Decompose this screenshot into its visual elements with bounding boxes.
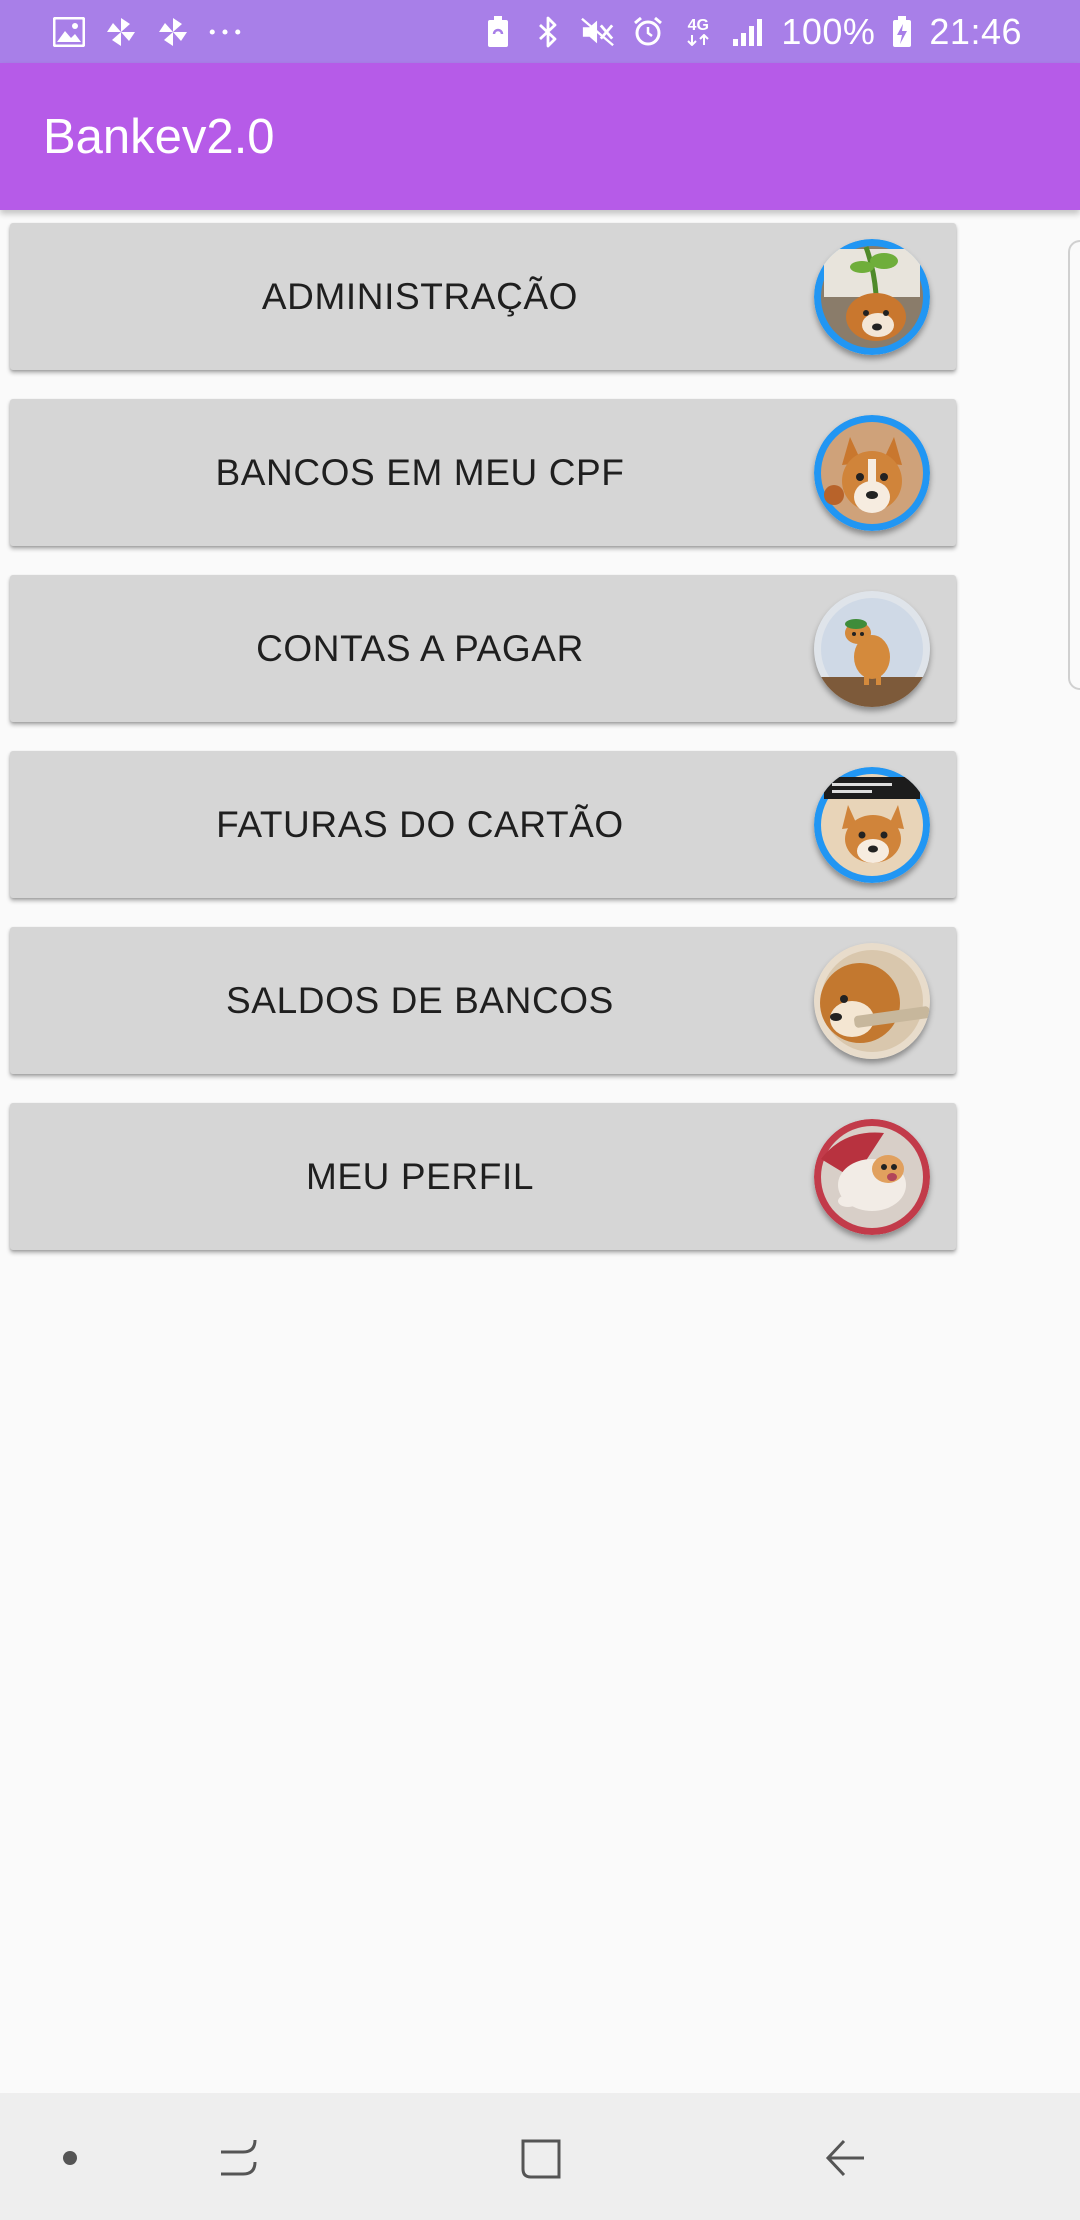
contas-a-pagar-button[interactable]: CONTAS A PAGAR — [10, 575, 956, 722]
more-dots-icon — [208, 15, 242, 49]
bancos-em-meu-cpf-button[interactable]: BANCOS EM MEU CPF — [10, 399, 956, 546]
dot-icon[interactable] — [35, 2123, 105, 2193]
corgi-hat-avatar — [814, 591, 930, 707]
clock: 21:46 — [929, 10, 1022, 52]
menu-button-label: CONTAS A PAGAR — [256, 627, 584, 669]
mute-icon — [581, 15, 615, 49]
shiba-stick-avatar — [814, 943, 930, 1059]
faturas-do-cartao-button[interactable]: FATURAS DO CARTÃO — [10, 751, 956, 898]
menu-button-label: ADMINISTRAÇÃO — [261, 275, 579, 317]
navigation-bar — [0, 2093, 1080, 2220]
corgi-portrait-avatar — [814, 415, 930, 531]
gallery-icon — [52, 15, 86, 49]
back-icon[interactable] — [810, 2123, 880, 2193]
menu-button-label: SALDOS DE BANCOS — [226, 979, 614, 1021]
status-right-icons: 4G 100% 21:46 — [481, 11, 1022, 53]
scroll-edge-indicator — [1068, 240, 1080, 690]
app-title: Bankev2.0 — [43, 109, 275, 164]
signal-icon — [731, 15, 765, 49]
home-icon[interactable] — [507, 2123, 577, 2193]
battery-saver-icon — [481, 15, 515, 49]
network-icon: 4G — [681, 15, 715, 49]
menu-button-label: MEU PERFIL — [305, 1155, 535, 1197]
menu-list: ADMINISTRAÇÃO BANCOS EM MEU CPF CONTAS A… — [10, 223, 956, 1279]
saldos-de-bancos-button[interactable]: SALDOS DE BANCOS — [10, 927, 956, 1074]
pinwheel-icon — [156, 15, 190, 49]
menu-button-label: FATURAS DO CARTÃO — [216, 803, 624, 845]
corgi-plant-avatar — [814, 239, 930, 355]
bluetooth-icon — [531, 15, 565, 49]
alarm-icon — [631, 15, 665, 49]
battery-charging-icon — [891, 15, 913, 49]
corgi-meme-avatar — [814, 767, 930, 883]
status-left-icons — [52, 15, 242, 49]
administracao-button[interactable]: ADMINISTRAÇÃO — [10, 223, 956, 370]
corgi-lying-avatar — [814, 1119, 930, 1235]
app-bar: Bankev2.0 — [0, 63, 1080, 210]
recents-icon[interactable] — [205, 2123, 275, 2193]
status-bar: 4G 100% 21:46 — [0, 0, 1080, 63]
pinwheel-icon — [104, 15, 138, 49]
meu-perfil-button[interactable]: MEU PERFIL — [10, 1103, 956, 1250]
menu-button-label: BANCOS EM MEU CPF — [215, 451, 625, 493]
battery-percentage: 100% — [781, 10, 876, 52]
